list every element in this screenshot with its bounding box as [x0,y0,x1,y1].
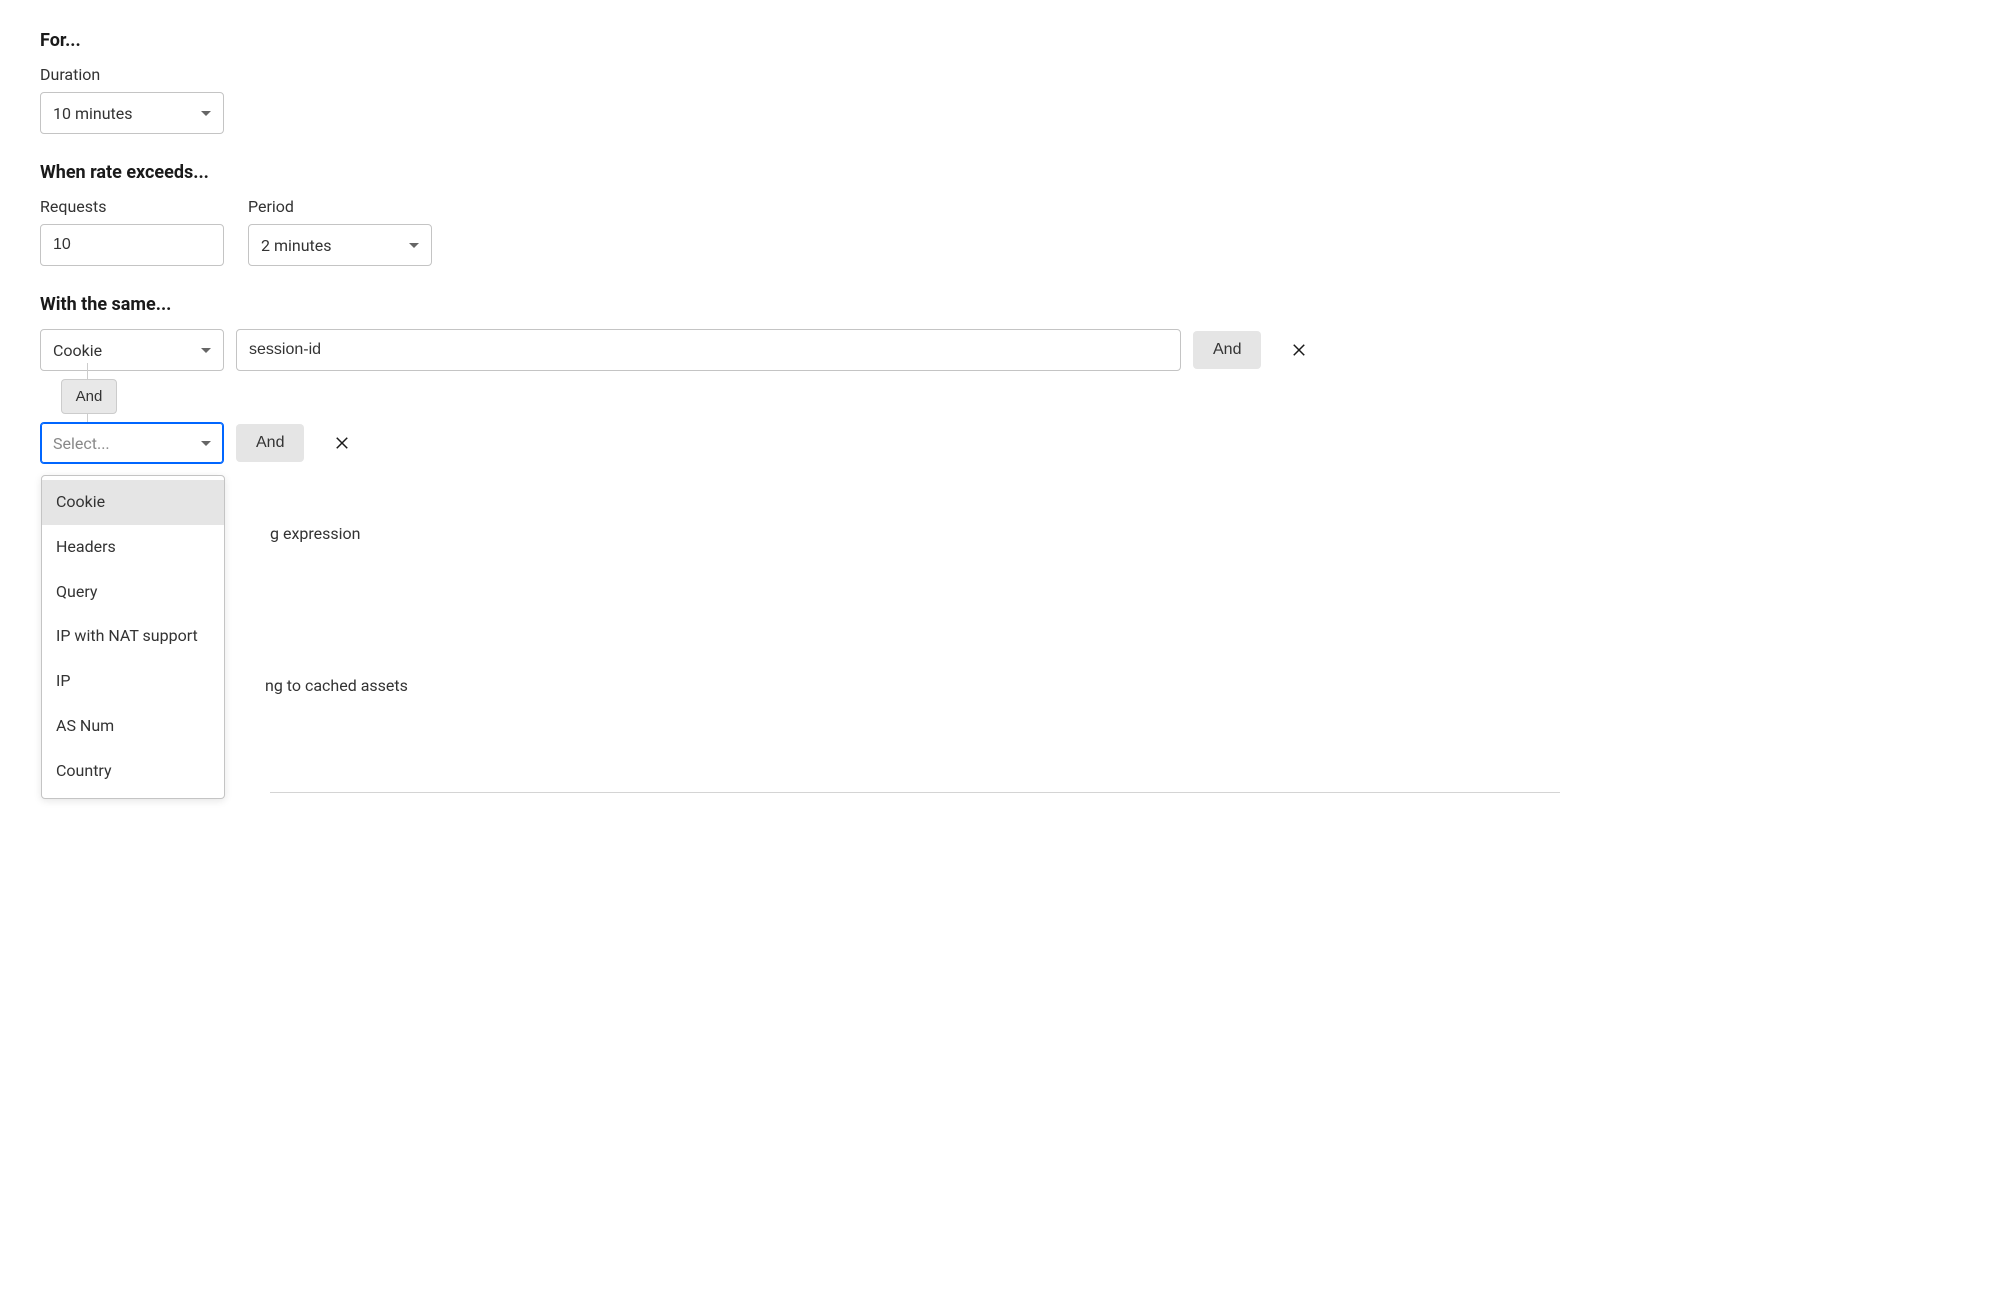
duration-value: 10 minutes [53,104,133,123]
criteria-2-and-button[interactable]: And [236,424,304,462]
caret-down-icon [201,348,211,353]
requests-label: Requests [40,197,224,216]
with-same-section: With the same... Cookie And And Select..… [40,294,1959,464]
dropdown-option-asnum[interactable]: AS Num [42,704,224,749]
rate-title: When rate exceeds... [40,162,1959,183]
dropdown-option-query[interactable]: Query [42,570,224,615]
period-label: Period [248,197,432,216]
criteria-2-dropdown: Cookie Headers Query IP with NAT support… [41,475,225,799]
duration-label: Duration [40,65,224,84]
dropdown-option-country[interactable]: Country [42,749,224,794]
criteria-1-select[interactable]: Cookie [40,329,224,371]
divider-line [270,792,1560,793]
background-cached-text: ng to cached assets [265,676,408,695]
same-title: With the same... [40,294,1959,315]
caret-down-icon [201,441,211,446]
for-title: For... [40,30,1959,51]
dropdown-option-cookie[interactable]: Cookie [42,480,224,525]
dropdown-option-ip-nat[interactable]: IP with NAT support [42,614,224,659]
criteria-2-select[interactable]: Select... Cookie Headers Query IP with N… [40,422,224,464]
criteria-row-1: Cookie And [40,329,1959,371]
criteria-row-2: Select... Cookie Headers Query IP with N… [40,422,1959,464]
rate-section: When rate exceeds... Requests Period 2 m… [40,162,1959,266]
criteria-1-remove-button[interactable] [1289,340,1309,360]
dropdown-option-ip[interactable]: IP [42,659,224,704]
close-icon [1290,341,1308,359]
background-expression-text: g expression [270,524,360,543]
connector-and-chip[interactable]: And [61,379,118,414]
requests-field-group: Requests [40,197,224,266]
duration-field-group: Duration 10 minutes [40,65,224,134]
close-icon [333,434,351,452]
caret-down-icon [409,243,419,248]
period-field-group: Period 2 minutes [248,197,432,266]
period-value: 2 minutes [261,236,332,255]
caret-down-icon [201,111,211,116]
dropdown-option-headers[interactable]: Headers [42,525,224,570]
criteria-1-input-wrap [236,329,1181,371]
criteria-1-and-button[interactable]: And [1193,331,1261,369]
for-section: For... Duration 10 minutes [40,30,1959,134]
requests-input-wrap [40,224,224,266]
criteria-1-input[interactable] [249,330,1168,370]
requests-input[interactable] [53,225,211,265]
criteria-2-remove-button[interactable] [332,433,352,453]
criteria-2-select-placeholder: Select... [53,434,110,453]
period-select[interactable]: 2 minutes [248,224,432,266]
criteria-1-select-value: Cookie [53,341,102,360]
criteria-connector: And [42,371,226,422]
duration-select[interactable]: 10 minutes [40,92,224,134]
